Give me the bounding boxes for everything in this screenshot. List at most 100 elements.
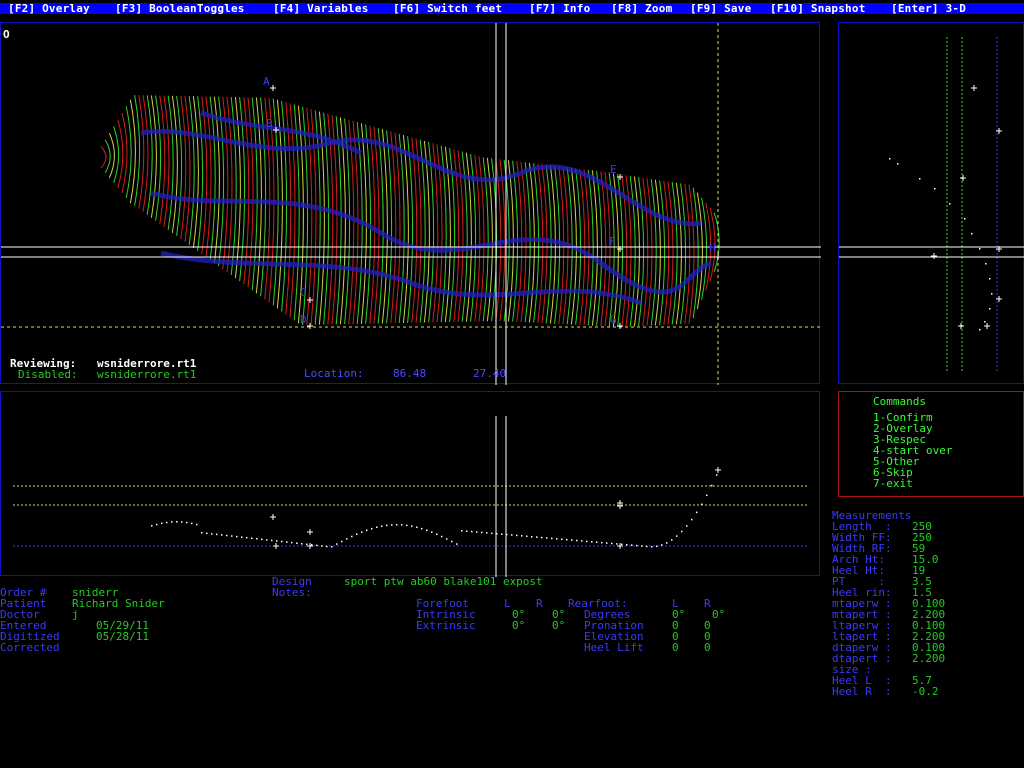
plantar-point: [641, 545, 643, 547]
profile-point: [979, 248, 981, 250]
plantar-point: [291, 541, 293, 544]
profile-point: [979, 329, 981, 331]
plantar-point: [176, 521, 178, 523]
plantar-point: [426, 529, 428, 532]
disabled-file: wsniderrore.rt1: [97, 368, 197, 381]
menu-switch-feet[interactable]: [F6] Switch feet: [393, 3, 502, 14]
profile-point: [989, 308, 991, 310]
landmark-label: G: [610, 313, 617, 326]
measurements-block: Measurements Length :250 Width FF: 250 Widt…: [832, 510, 945, 697]
plantar-point: [686, 525, 688, 527]
command-exit[interactable]: 7-exit: [873, 478, 913, 489]
plantar-point: [671, 539, 673, 541]
plantar-point: [321, 545, 323, 547]
plantar-point: [311, 544, 313, 546]
profile-marker: [960, 175, 966, 181]
profile-marker: [971, 85, 977, 91]
plantar-point: [466, 530, 468, 532]
plantar-point: [406, 524, 408, 527]
plantar-point: [431, 531, 433, 533]
plantar-point: [246, 536, 248, 539]
plantar-point: [556, 538, 558, 540]
plantar-point: [621, 543, 623, 546]
plantar-point: [526, 535, 528, 538]
plantar-marker: [715, 467, 721, 473]
plantar-point: [681, 530, 683, 533]
plantar-point: [346, 538, 348, 540]
landmark-label: H: [709, 241, 716, 254]
plantar-marker: [273, 543, 279, 549]
top-view-panel[interactable]: ABCDEFGH O Reviewing: wsniderrore.rt1 Di…: [0, 22, 821, 385]
plantar-point: [341, 540, 343, 543]
plantar-point: [161, 522, 163, 525]
extrinsic-label: Extrinsic: [416, 619, 476, 632]
profile-point: [991, 293, 993, 295]
plantar-point: [451, 540, 453, 543]
patient-value: Richard Snider: [72, 597, 165, 610]
commands-title: Commands: [873, 395, 926, 408]
landmark-label: D: [300, 313, 307, 326]
plantar-point: [516, 534, 518, 537]
menu-overlay[interactable]: [F2] Overlay: [8, 3, 90, 14]
profile-point: [989, 278, 991, 280]
plantar-point: [211, 533, 213, 535]
plantar-point: [421, 527, 423, 530]
plantar-point: [301, 543, 303, 545]
plantar-point: [221, 534, 223, 536]
plantar-point: [356, 533, 358, 536]
plantar-point: [391, 524, 393, 526]
measurement-value: 2.200: [912, 652, 946, 665]
plantar-point: [156, 523, 158, 526]
plantar-point: [166, 521, 168, 524]
side-profile-panel[interactable]: [838, 22, 1024, 384]
plantar-point: [266, 539, 268, 541]
menu-info[interactable]: [F7] Info: [529, 3, 590, 14]
plantar-point: [226, 534, 228, 537]
plantar-point: [581, 540, 583, 542]
plantar-point: [541, 536, 543, 539]
plantar-point: [576, 539, 578, 542]
plantar-point: [536, 536, 538, 538]
plantar-point: [196, 523, 198, 526]
plantar-point: [231, 535, 233, 537]
profile-point: [949, 203, 951, 205]
side-profile-plot[interactable]: [839, 23, 1024, 385]
plantar-point: [511, 534, 513, 536]
plantar-point: [256, 538, 258, 540]
plantar-point: [326, 545, 328, 548]
measurement-label: Heel R :: [832, 685, 892, 698]
heel-lift-r: 0: [704, 641, 711, 654]
menu-save[interactable]: [F9] Save: [690, 3, 751, 14]
plantar-point: [586, 540, 588, 543]
menu-boolean-toggles[interactable]: [F3] BooleanToggles: [115, 3, 245, 14]
bottom-profile-plot[interactable]: [1, 392, 821, 577]
extrinsic-l: 0°: [512, 619, 526, 632]
plantar-point: [216, 533, 218, 536]
plantar-point: [381, 525, 383, 527]
foot-contour-plot[interactable]: A B C D E F G H: [1, 23, 821, 385]
profile-point: [934, 188, 936, 190]
landmark-marker: [307, 323, 313, 329]
profile-point: [985, 263, 987, 265]
plantar-point: [361, 531, 363, 533]
menu-zoom[interactable]: [F8] Zoom: [611, 3, 672, 14]
plantar-point: [546, 537, 548, 539]
landmark-marker: [270, 85, 276, 91]
plantar-point: [461, 530, 463, 532]
plantar-point: [336, 543, 338, 545]
menu-3d[interactable]: [Enter] 3-D: [891, 3, 966, 14]
menu-snapshot[interactable]: [F10] Snapshot: [770, 3, 866, 14]
plantar-point: [366, 529, 368, 532]
notes-label: Notes:: [272, 586, 312, 599]
plantar-point: [276, 540, 278, 542]
plantar-point: [661, 544, 663, 546]
plantar-point: [396, 524, 398, 526]
profile-point: [889, 158, 891, 160]
plantar-point: [571, 539, 573, 541]
plantar-point: [191, 522, 193, 525]
plantar-point: [636, 544, 638, 547]
bottom-profile-panel[interactable]: [0, 391, 821, 577]
menu-variables[interactable]: [F4] Variables: [273, 3, 369, 14]
plantar-point: [486, 532, 488, 534]
plantar-point: [271, 539, 273, 542]
